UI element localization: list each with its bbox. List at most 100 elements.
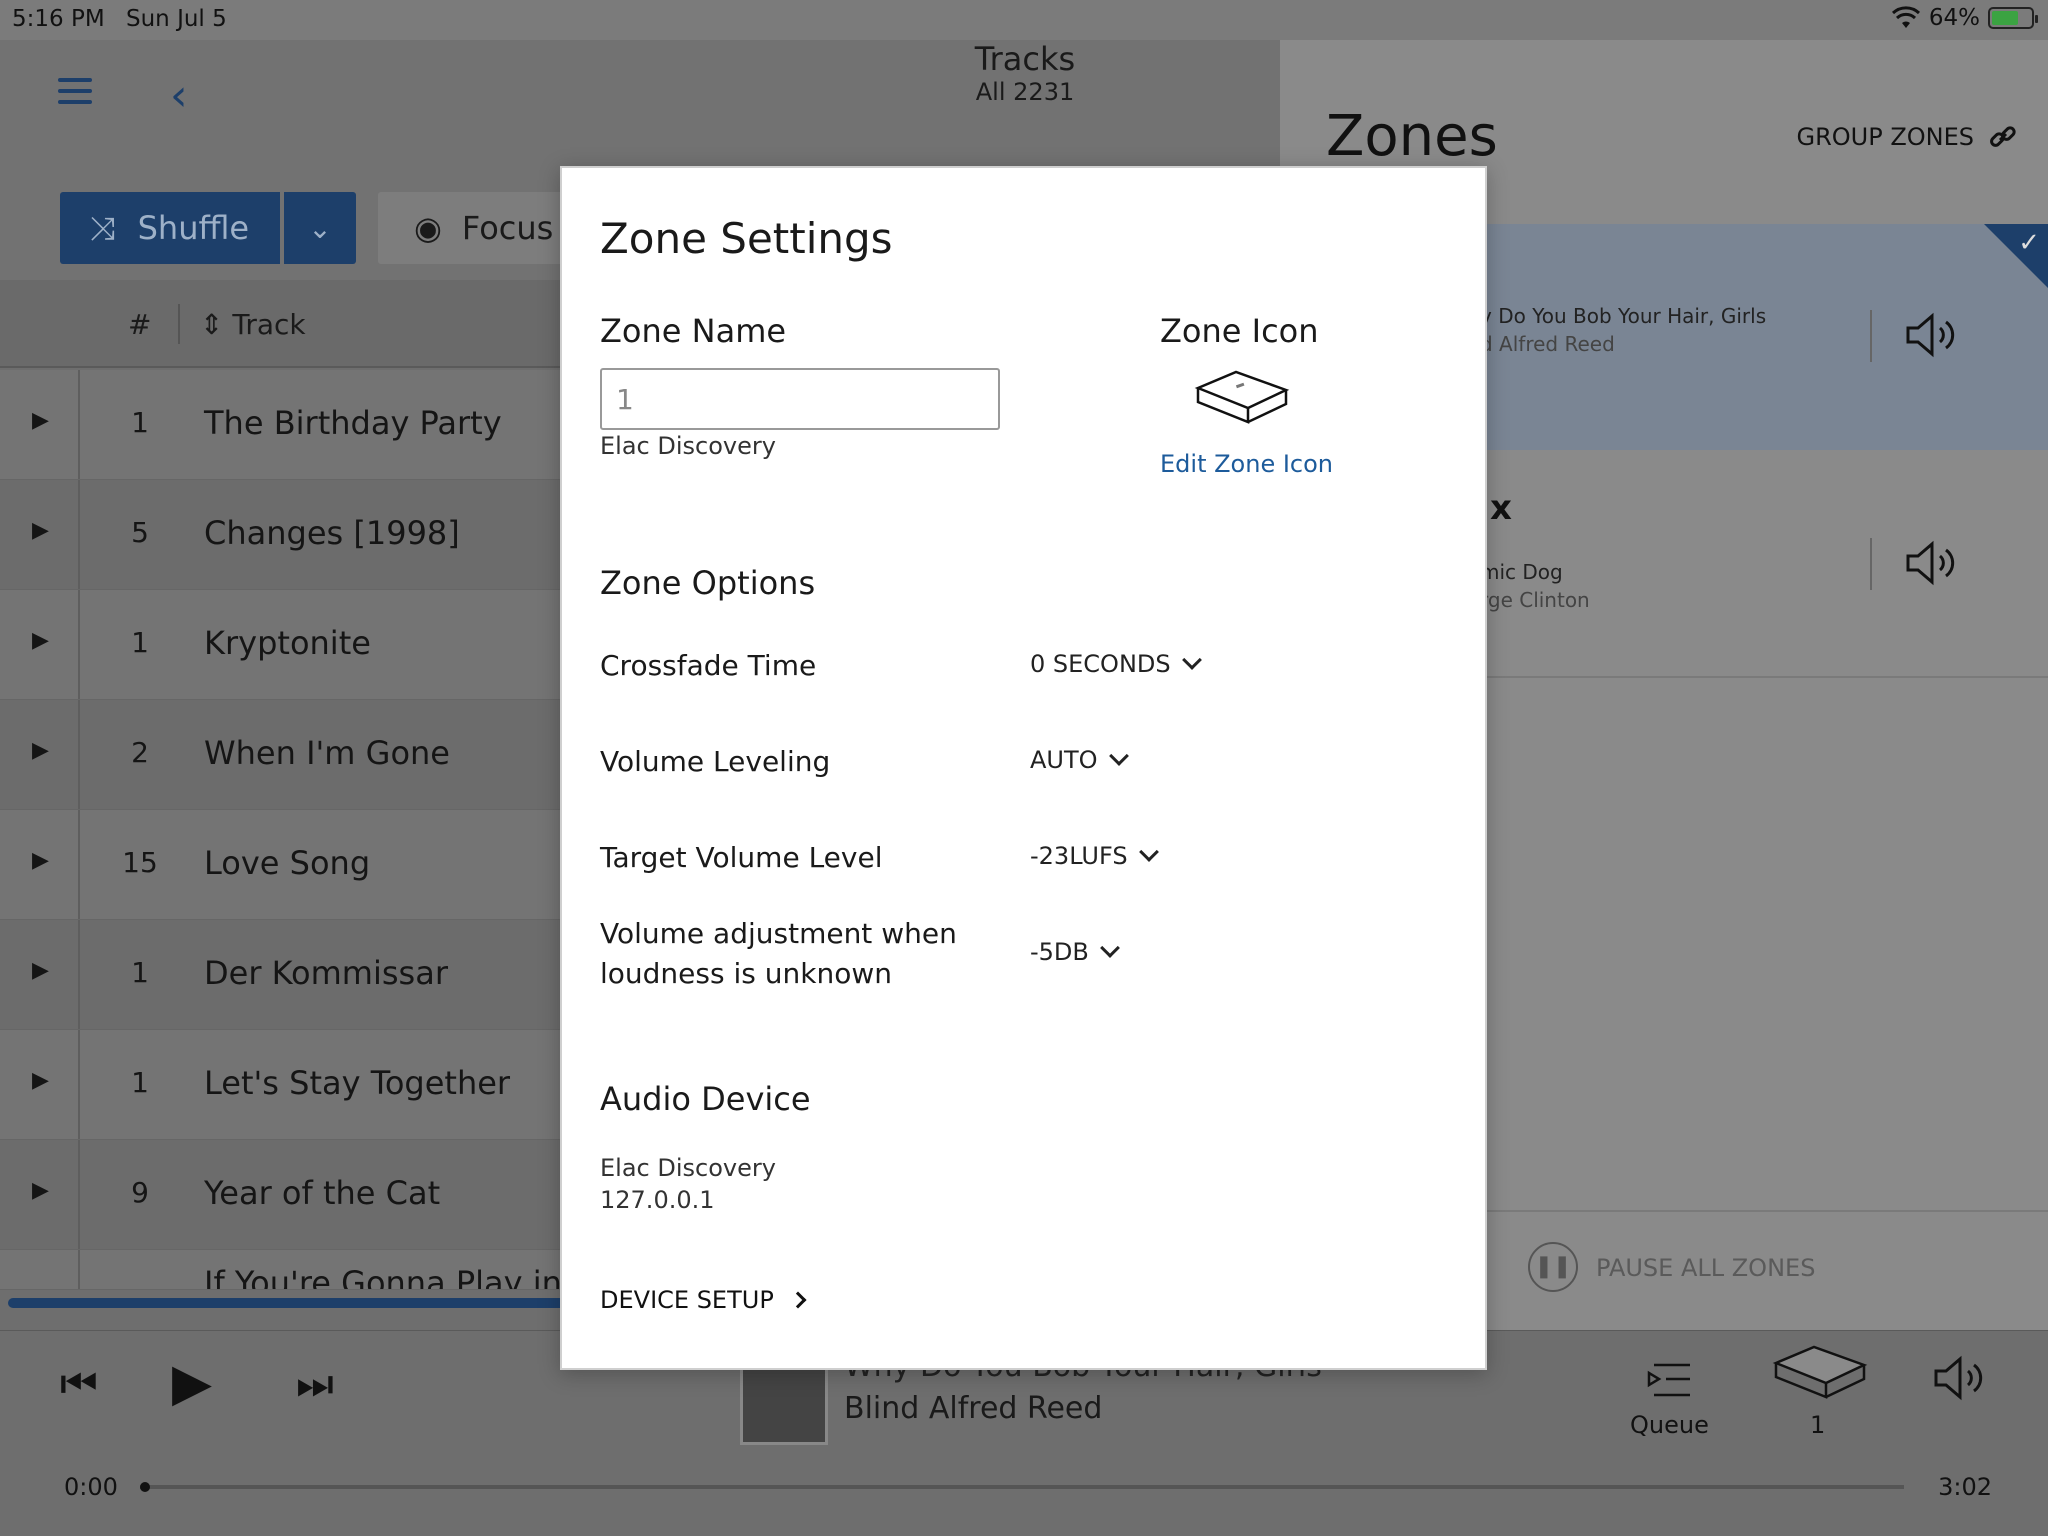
- track-name: Der Kommissar: [204, 954, 448, 992]
- play-icon[interactable]: ▶: [32, 1068, 49, 1093]
- track-name: The Birthday Party: [204, 404, 502, 442]
- track-number: 9: [131, 1176, 149, 1209]
- aperture-icon: ◉: [414, 209, 442, 247]
- crossfade-time-select[interactable]: 0 SECONDS: [1030, 650, 1202, 678]
- chevron-down-icon: [1108, 746, 1129, 766]
- chevron-down-icon: [1138, 842, 1159, 862]
- previous-track-icon[interactable]: ⏮: [60, 1359, 98, 1409]
- track-name: Year of the Cat: [204, 1174, 441, 1212]
- volume-icon[interactable]: [1902, 538, 1962, 588]
- track-number: 2: [131, 736, 149, 769]
- status-time: 5:16 PM: [12, 6, 105, 32]
- track-number: 5: [131, 516, 149, 549]
- track-number: 1: [131, 1066, 149, 1099]
- shuffle-label: Shuffle: [137, 209, 250, 247]
- status-date: Sun Jul 5: [126, 6, 227, 32]
- queue-label[interactable]: Queue: [1630, 1411, 1709, 1439]
- device-setup-button[interactable]: DEVICE SETUP: [600, 1286, 807, 1314]
- library-title: Tracks: [974, 40, 1076, 78]
- zone-device-icon[interactable]: [1770, 1339, 1870, 1409]
- checkmark-icon: ✓: [2018, 228, 2040, 258]
- shuffle-dropdown-button[interactable]: ⌄: [284, 192, 356, 264]
- option-value: -5DB: [1030, 938, 1089, 966]
- zone-options-heading: Zone Options: [600, 564, 816, 602]
- chevron-down-icon: ⌄: [308, 211, 332, 245]
- zones-title: Zones: [1326, 104, 1498, 169]
- track-name: If You're Gonna Play in T: [204, 1264, 592, 1290]
- track-name: When I'm Gone: [204, 734, 450, 772]
- seek-bar[interactable]: [140, 1482, 1904, 1492]
- play-icon[interactable]: ▶: [32, 848, 49, 873]
- device-setup-label: DEVICE SETUP: [600, 1286, 774, 1314]
- option-label: Volume adjustment when loudness is unkno…: [600, 917, 957, 990]
- zone-icon-label: Zone Icon: [1160, 312, 1319, 350]
- group-zones-label: GROUP ZONES: [1796, 123, 1974, 151]
- play-icon[interactable]: ▶: [32, 958, 49, 983]
- status-bar: 5:16 PM Sun Jul 5 64%: [0, 0, 2048, 40]
- volume-icon[interactable]: [1930, 1353, 1990, 1403]
- column-header-track[interactable]: ⇕ Track: [200, 308, 306, 341]
- shuffle-icon: ⤨: [90, 208, 116, 247]
- shuffle-button[interactable]: ⤨ Shuffle: [60, 192, 280, 264]
- zone-device-name: Elac Discovery: [600, 432, 776, 460]
- play-icon[interactable]: ▶: [32, 408, 49, 433]
- album-art[interactable]: [740, 1357, 828, 1445]
- option-label: Crossfade Time: [600, 649, 817, 682]
- seek-handle[interactable]: [140, 1482, 150, 1492]
- focus-label: Focus: [461, 209, 554, 247]
- back-chevron-icon[interactable]: ‹: [170, 70, 188, 121]
- zone-track-title: y Do You Bob Your Hair, Girls: [1480, 304, 1767, 328]
- zone-name-input[interactable]: [600, 368, 1000, 430]
- link-icon: [1990, 126, 2016, 147]
- track-number: 1: [131, 956, 149, 989]
- zone-track-artist: rge Clinton: [1480, 588, 1590, 612]
- focus-button[interactable]: ◉ Focus: [378, 192, 578, 264]
- zone-name-partial: x: [1490, 488, 1512, 528]
- play-icon[interactable]: ▶: [32, 738, 49, 763]
- audio-device-heading: Audio Device: [600, 1080, 811, 1118]
- chevron-down-icon: [1181, 650, 1202, 670]
- total-time: 3:02: [1938, 1473, 1992, 1501]
- option-value: AUTO: [1030, 746, 1098, 774]
- zone-track-artist: d Alfred Reed: [1480, 332, 1615, 356]
- column-header-number[interactable]: #: [128, 308, 151, 341]
- audio-device-name: Elac Discovery: [600, 1154, 776, 1182]
- track-name: Let's Stay Together: [204, 1064, 511, 1102]
- play-icon[interactable]: ▶: [32, 518, 49, 543]
- zone-device-label[interactable]: 1: [1810, 1411, 1825, 1439]
- target-volume-level-select[interactable]: -23LUFS: [1030, 842, 1159, 870]
- track-name: Changes [1998]: [204, 514, 460, 552]
- edit-zone-icon-link[interactable]: Edit Zone Icon: [1160, 450, 1333, 478]
- track-name: Love Song: [204, 844, 371, 882]
- volume-icon[interactable]: [1902, 310, 1962, 360]
- next-track-icon[interactable]: ⏭: [296, 1359, 334, 1409]
- track-number: 1: [131, 406, 149, 439]
- now-playing-artist[interactable]: Blind Alfred Reed: [844, 1391, 1102, 1426]
- chevron-down-icon: [1099, 938, 1120, 958]
- queue-icon[interactable]: [1646, 1361, 1692, 1401]
- pause-icon: ❚❚: [1528, 1242, 1578, 1292]
- pause-all-label: PAUSE ALL ZONES: [1596, 1254, 1816, 1282]
- track-number: 15: [122, 846, 158, 879]
- option-value: -23LUFS: [1030, 842, 1128, 870]
- zone-track-title: mic Dog: [1480, 560, 1563, 584]
- option-label: Volume Leveling: [600, 745, 831, 778]
- volume-leveling-select[interactable]: AUTO: [1030, 746, 1129, 774]
- track-name: Kryptonite: [204, 624, 371, 662]
- speaker-device-icon: [1194, 370, 1290, 424]
- elapsed-time: 0:00: [64, 1473, 118, 1501]
- play-icon[interactable]: ▶: [32, 628, 49, 653]
- option-label: Target Volume Level: [600, 841, 883, 874]
- volume-adjustment-select[interactable]: -5DB: [1030, 938, 1120, 966]
- track-number: 1: [131, 626, 149, 659]
- wifi-icon: [1891, 6, 1920, 28]
- group-zones-button[interactable]: GROUP ZONES: [1796, 122, 2018, 152]
- chevron-right-icon: [789, 1291, 807, 1309]
- column-header-track-label: Track: [232, 308, 306, 341]
- option-value: 0 SECONDS: [1030, 650, 1171, 678]
- hamburger-menu-icon[interactable]: [58, 78, 92, 104]
- play-icon[interactable]: ▶: [172, 1353, 212, 1413]
- zone-settings-dialog: Zone Settings Zone Name Elac Discovery Z…: [560, 166, 1487, 1370]
- play-icon[interactable]: ▶: [32, 1178, 49, 1203]
- battery-percent: 64%: [1928, 5, 1980, 31]
